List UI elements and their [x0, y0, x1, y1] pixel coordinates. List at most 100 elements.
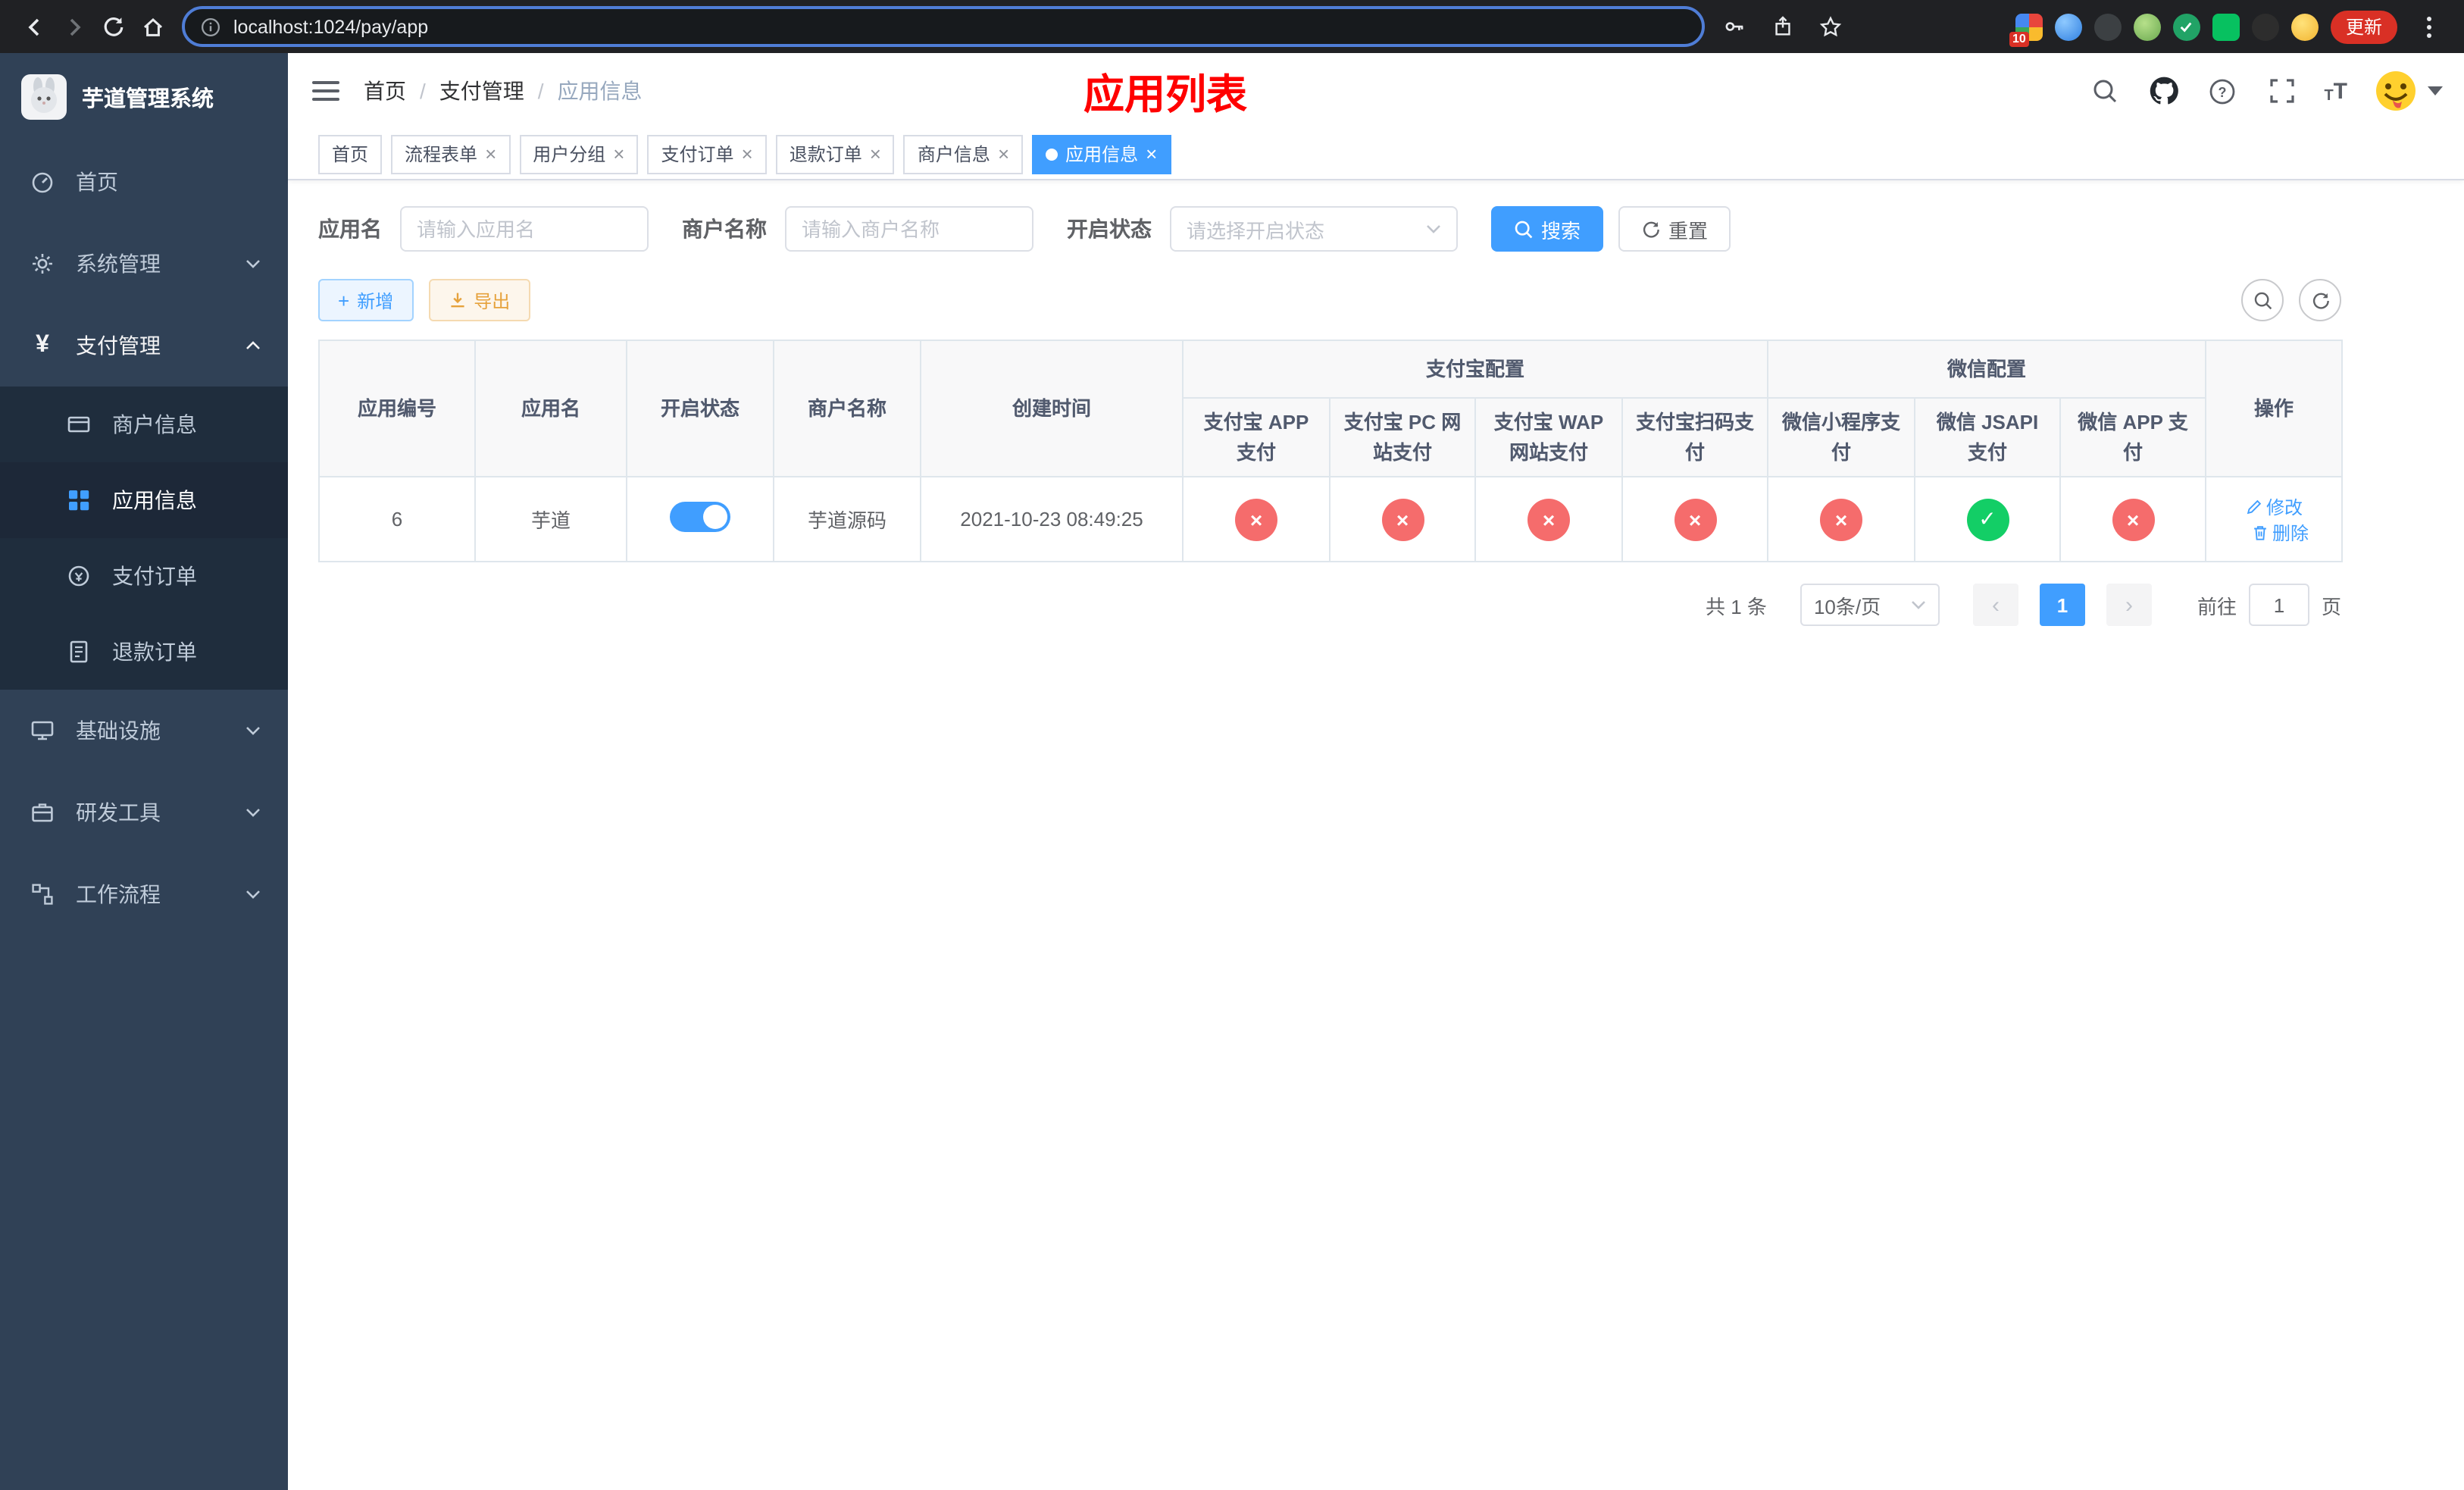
sidebar-item-merchant-info[interactable]: 商户信息 — [0, 387, 288, 462]
tab-app-info[interactable]: 应用信息 × — [1032, 134, 1171, 174]
url-bar[interactable]: localhost:1024/pay/app — [182, 6, 1705, 47]
tab-refund-order[interactable]: 退款订单 × — [775, 134, 895, 174]
sidebar-item-system[interactable]: 系统管理 — [0, 223, 288, 305]
site-info-icon[interactable] — [200, 16, 221, 37]
extension-emoji-icon[interactable] — [2290, 13, 2319, 40]
goto-page-input[interactable] — [2248, 584, 2309, 626]
current-page-button[interactable]: 1 — [2039, 584, 2085, 626]
avatar[interactable] — [2373, 68, 2419, 114]
reset-button-label: 重置 — [1668, 219, 1709, 242]
sidebar-item-label: 应用信息 — [112, 488, 197, 512]
search-button[interactable]: 搜索 — [1491, 206, 1604, 252]
breadcrumb-separator: / — [537, 79, 544, 103]
filter-form: 应用名 商户名称 开启状态 请选择开启状态 — [318, 206, 2341, 252]
fullscreen-icon[interactable] — [2265, 74, 2298, 108]
app-title: 芋道管理系统 — [82, 87, 214, 111]
browser-back-icon[interactable] — [15, 7, 55, 46]
alipay-qr-status-icon — [1674, 498, 1716, 540]
toggle-search-button[interactable] — [2241, 279, 2284, 321]
next-page-button[interactable]: › — [2106, 584, 2152, 626]
table-toolbar: + 新增 导出 — [318, 279, 2341, 321]
page-title: 应用列表 — [1083, 72, 1247, 117]
sidebar-item-infrastructure[interactable]: 基础设施 — [0, 690, 288, 772]
share-icon[interactable] — [1762, 7, 1802, 46]
breadcrumb-section[interactable]: 支付管理 — [439, 76, 524, 106]
col-wx-app: 微信 APP 支付 — [2059, 397, 2207, 477]
refresh-table-button[interactable] — [2299, 279, 2341, 321]
wx-jsapi-status-icon — [1966, 498, 2009, 540]
edit-link[interactable]: 修改 — [2245, 493, 2303, 519]
tab-close-icon[interactable]: × — [613, 144, 624, 164]
sidebar-item-home[interactable]: 首页 — [0, 141, 288, 223]
tab-close-icon[interactable]: × — [485, 144, 496, 164]
status-toggle[interactable] — [670, 502, 730, 532]
breadcrumb: 首页 / 支付管理 / 应用信息 — [364, 76, 643, 106]
extension-drop-icon[interactable] — [2054, 13, 2082, 40]
page-content: 应用名 商户名称 开启状态 请选择开启状态 — [288, 180, 2464, 1490]
merchant-name-label: 商户名称 — [682, 217, 767, 241]
breadcrumb-current: 应用信息 — [557, 79, 643, 103]
url-text[interactable]: localhost:1024/pay/app — [233, 16, 428, 37]
prev-page-button[interactable]: ‹ — [1972, 584, 2018, 626]
help-icon[interactable]: ? — [2206, 74, 2239, 108]
tab-label: 支付订单 — [661, 144, 734, 165]
col-wx-mini: 微信小程序支付 — [1767, 397, 1916, 477]
github-icon[interactable] — [2147, 74, 2180, 108]
tab-close-icon[interactable]: × — [998, 144, 1009, 164]
browser-forward-icon[interactable] — [55, 7, 94, 46]
extension-avatar-icon[interactable] — [2133, 13, 2161, 40]
tab-close-icon[interactable]: × — [1146, 144, 1157, 164]
reset-button[interactable]: 重置 — [1618, 206, 1731, 252]
browser-menu-icon[interactable] — [2409, 7, 2449, 46]
tab-user-group[interactable]: 用户分组 × — [519, 134, 639, 174]
extension-puzzle-icon[interactable] — [2251, 13, 2279, 40]
font-size-icon[interactable]: TT — [2324, 78, 2347, 104]
cell-app-name: 芋道 — [474, 476, 627, 562]
sidebar-item-workflow[interactable]: 工作流程 — [0, 853, 288, 935]
col-status: 开启状态 — [626, 340, 774, 477]
goto-label: 前往 — [2197, 595, 2237, 618]
sidebar-item-payment[interactable]: ¥ 支付管理 — [0, 305, 288, 387]
tab-merchant-info[interactable]: 商户信息 × — [903, 134, 1024, 174]
tab-close-icon[interactable]: × — [870, 144, 881, 164]
sidebar-item-dev-tools[interactable]: 研发工具 — [0, 772, 288, 853]
header-search-icon[interactable] — [2087, 74, 2121, 108]
sidebar-item-app-info[interactable]: 应用信息 — [0, 462, 288, 538]
user-menu[interactable] — [2373, 68, 2443, 114]
chevron-down-icon — [245, 808, 261, 817]
add-button[interactable]: + 新增 — [318, 279, 414, 321]
page-size-select[interactable]: 10条/页 — [1800, 584, 1940, 626]
pagination: 共 1 条 10条/页 ‹ 1 › 前往 页 — [318, 584, 2341, 626]
browser-home-icon[interactable] — [133, 7, 173, 46]
export-button[interactable]: 导出 — [428, 279, 530, 321]
trash-icon — [2253, 525, 2265, 540]
col-alipay-qr: 支付宝扫码支付 — [1621, 397, 1769, 477]
tab-process-form[interactable]: 流程表单 × — [391, 134, 511, 174]
app-name-input[interactable] — [400, 206, 649, 252]
extension-grid-icon[interactable]: 10 — [2009, 13, 2043, 46]
sidebar-item-pay-order[interactable]: 支付订单 — [0, 538, 288, 614]
chevron-up-icon — [245, 341, 261, 350]
breadcrumb-home[interactable]: 首页 — [364, 76, 406, 106]
tab-pay-order[interactable]: 支付订单 × — [647, 134, 767, 174]
sidebar-logo[interactable]: 芋道管理系统 — [0, 53, 288, 141]
tab-home[interactable]: 首页 — [318, 134, 383, 174]
browser-update-button[interactable]: 更新 — [2330, 10, 2397, 43]
extension-dark-circle-icon[interactable] — [2093, 13, 2122, 40]
chevron-down-icon — [245, 726, 261, 735]
password-key-icon[interactable] — [1714, 7, 1753, 46]
tab-close-icon[interactable]: × — [742, 144, 753, 164]
sidebar-item-refund-order[interactable]: 退款订单 — [0, 614, 288, 690]
browser-reload-icon[interactable] — [94, 7, 133, 46]
app-grid-icon — [64, 488, 94, 512]
extension-chat-icon[interactable] — [2212, 13, 2240, 40]
extension-wechat-icon[interactable] — [2172, 13, 2200, 40]
sidebar: 芋道管理系统 首页 系统管理 ¥ 支付管理 商户信息 应用信息 支付订单 退款订… — [0, 53, 288, 1490]
status-select[interactable]: 请选择开启状态 — [1170, 206, 1458, 252]
wx-mini-status-icon — [1820, 498, 1863, 540]
bookmark-star-icon[interactable] — [1811, 7, 1850, 46]
merchant-name-input[interactable] — [785, 206, 1033, 252]
delete-link-label: 删除 — [2272, 522, 2309, 543]
sidebar-collapse-icon[interactable] — [309, 74, 342, 108]
delete-link[interactable]: 删除 — [2251, 519, 2309, 545]
